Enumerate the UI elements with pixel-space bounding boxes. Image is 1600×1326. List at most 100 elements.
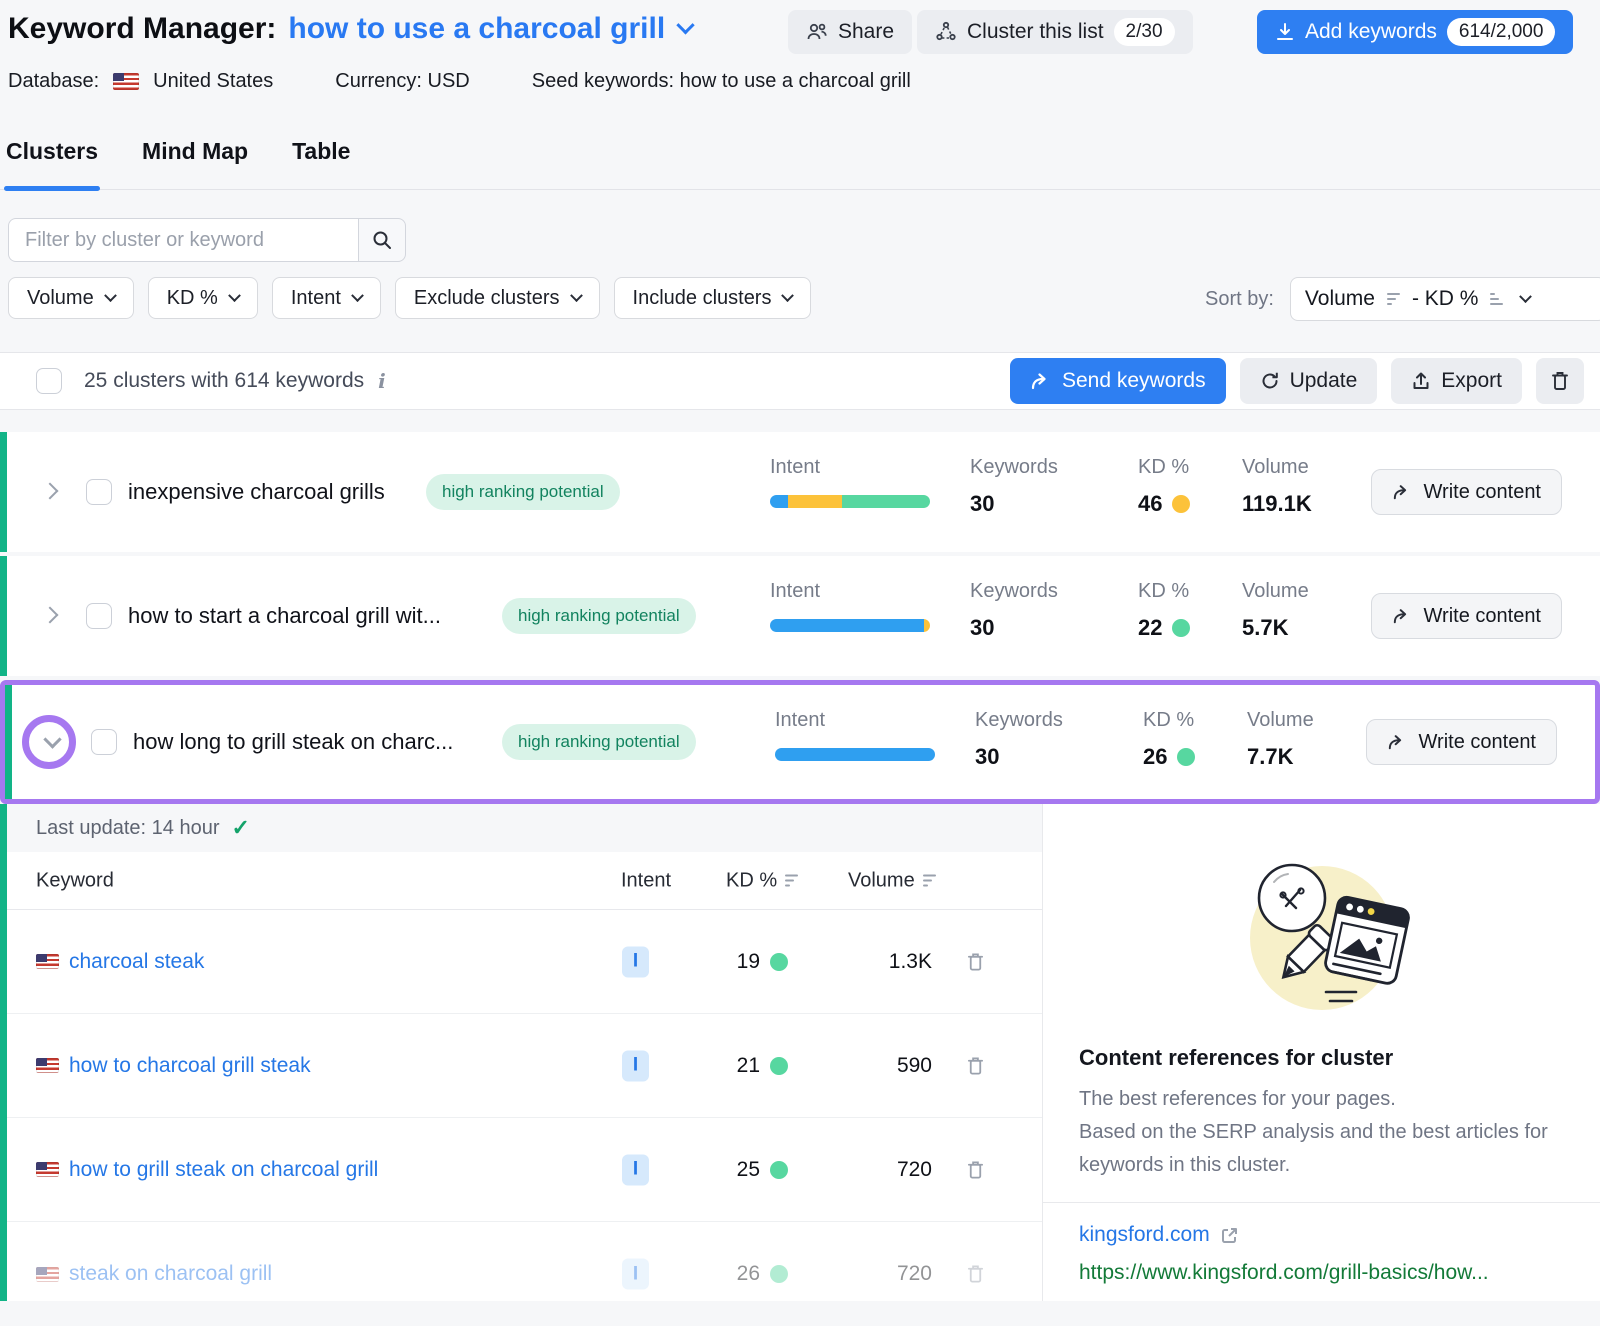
expand-chevron-icon[interactable] [42,607,59,624]
send-arrow-icon [1030,371,1052,391]
cluster-checkbox[interactable] [91,729,117,755]
filter-include-label: Include clusters [633,287,772,310]
column-header-keyword[interactable]: Keyword [36,869,114,892]
currency-value: Currency: USD [335,70,469,93]
filter-volume[interactable]: Volume [8,277,134,319]
keyword-link[interactable]: charcoal steak [36,950,204,974]
cluster-this-list-button[interactable]: Cluster this list 2/30 [917,10,1193,54]
keyword-text: charcoal steak [69,950,204,974]
filter-include-clusters[interactable]: Include clusters [614,277,812,319]
delete-keyword-button[interactable] [966,1055,985,1076]
reference-domain-link[interactable]: kingsford.com [1079,1223,1560,1247]
delete-keyword-button[interactable] [966,1264,985,1285]
send-arrow-icon [1392,483,1412,501]
sort-by-select[interactable]: Volume - KD % [1290,277,1600,321]
people-icon [806,22,828,42]
us-flag-icon [113,73,139,90]
write-content-label: Write content [1424,605,1541,628]
clusters-toolbar: 25 clusters with 614 keywords i Send key… [0,352,1600,410]
cluster-row-how-long-to-grill-steak-selected[interactable]: how long to grill steak on charc... high… [0,680,1600,804]
filter-exclude-clusters[interactable]: Exclude clusters [395,277,600,319]
update-button[interactable]: Update [1240,358,1378,404]
us-flag-icon [36,1267,59,1282]
content-references-panel: Content references for cluster The best … [1042,804,1600,1301]
chevron-down-icon [351,289,364,302]
filter-kd[interactable]: KD % [148,277,258,319]
external-link-icon [1220,1226,1239,1245]
last-update-bar: Last update: 14 hour ✓ [0,804,1042,852]
export-label: Export [1441,369,1502,393]
kd-value: 46 [1138,491,1162,517]
write-content-button[interactable]: Write content [1371,593,1562,639]
select-all-checkbox[interactable] [36,368,62,394]
references-description-line2: Based on the SERP analysis and the best … [1079,1116,1560,1182]
chevron-down-icon [104,289,117,302]
tab-table[interactable]: Table [292,138,350,189]
cluster-name[interactable]: inexpensive charcoal grills [128,479,385,505]
volume-value: 720 [830,1262,932,1286]
page-title-prefix: Keyword Manager: [8,12,276,46]
chevron-down-icon [228,289,241,302]
high-ranking-badge: high ranking potential [502,598,696,634]
cluster-row-inexpensive-charcoal-grills[interactable]: inexpensive charcoal grills high ranking… [0,432,1600,552]
column-header-intent[interactable]: Intent [621,869,671,892]
keyword-link[interactable]: steak on charcoal grill [36,1262,272,1286]
reference-url-link[interactable]: https://www.kingsford.com/grill-basics/h… [1079,1261,1560,1285]
write-content-button[interactable]: Write content [1371,469,1562,515]
write-content-label: Write content [1419,731,1536,754]
delete-list-button[interactable] [1536,358,1584,404]
cluster-name[interactable]: how long to grill steak on charc... [133,729,453,755]
column-header-kd[interactable]: KD % [726,869,798,892]
references-title: Content references for cluster [1079,1045,1560,1071]
filter-intent[interactable]: Intent [272,277,381,319]
delete-keyword-button[interactable] [966,951,985,972]
keyword-text: how to grill steak on charcoal grill [69,1158,378,1182]
volume-value: 7.7K [1247,744,1314,770]
send-keywords-button[interactable]: Send keywords [1010,358,1226,404]
keyword-row: how to charcoal grill steak I 21 590 [0,1014,1042,1118]
cluster-checkbox[interactable] [86,603,112,629]
checkmark-icon: ✓ [231,815,249,841]
high-ranking-badge: high ranking potential [426,474,620,510]
intent-bar [770,619,930,632]
sort-icon [923,874,936,887]
kd-label: KD % [1143,709,1195,732]
delete-keyword-button[interactable] [966,1159,985,1180]
kd-dot [770,1161,788,1179]
kd-dot [770,1057,788,1075]
cluster-checkbox[interactable] [86,479,112,505]
column-header-volume[interactable]: Volume [848,869,936,892]
keywords-column: Keywords 30 [970,580,1058,641]
send-arrow-icon [1387,733,1407,751]
intent-bar [775,748,935,761]
search-input[interactable] [8,218,358,262]
tab-mind-map[interactable]: Mind Map [142,138,248,189]
sort-control: Sort by: Volume - KD % [1205,277,1600,321]
volume-label: Volume [1247,709,1314,732]
info-icon[interactable]: i [378,369,386,393]
tab-clusters[interactable]: Clusters [6,138,98,189]
cluster-list: inexpensive charcoal grills high ranking… [0,432,1600,804]
filter-search [8,218,406,262]
keywords-value: 30 [970,491,1058,517]
upload-icon [1411,371,1431,391]
filter-kd-label: KD % [167,287,218,310]
keyword-link[interactable]: how to charcoal grill steak [36,1054,311,1078]
cluster-name[interactable]: how to start a charcoal grill wit... [128,603,441,629]
keyword-list-name[interactable]: how to use a charcoal grill [288,12,665,46]
chevron-down-icon [782,289,795,302]
export-button[interactable]: Export [1391,358,1522,404]
write-content-button[interactable]: Write content [1366,719,1557,765]
expand-chevron-icon[interactable] [42,483,59,500]
list-switcher-chevron-icon[interactable] [676,16,694,34]
intent-label: Intent [770,580,932,603]
intent-label: Intent [775,709,937,732]
keyword-link[interactable]: how to grill steak on charcoal grill [36,1158,378,1182]
table-header: Keyword Intent KD % Volume [0,852,1042,910]
cluster-row-how-to-start-a-charcoal-grill[interactable]: how to start a charcoal grill wit... hig… [0,556,1600,676]
search-button[interactable] [358,218,406,262]
reference-domain-text: kingsford.com [1079,1223,1210,1247]
share-button[interactable]: Share [788,10,912,54]
add-keywords-button[interactable]: Add keywords 614/2,000 [1257,10,1573,54]
intent-badge: I [622,1259,649,1290]
